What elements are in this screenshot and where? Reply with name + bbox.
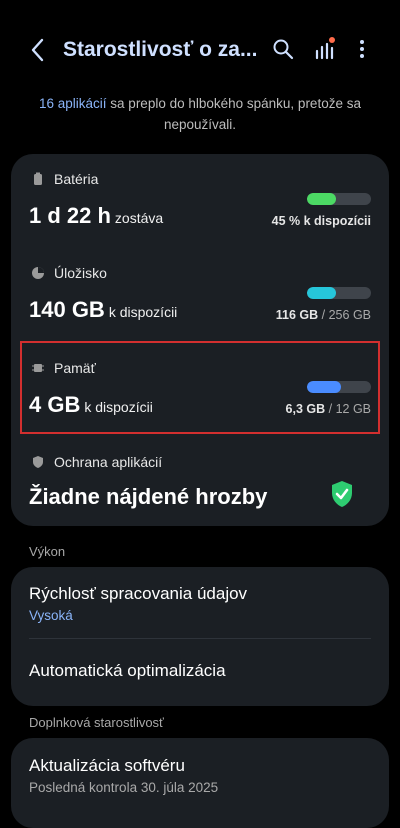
battery-label: Batéria	[54, 171, 99, 187]
apps-link[interactable]: 16 aplikácií	[39, 96, 107, 111]
battery-bar-fill	[307, 193, 336, 205]
page-title: Starostlivosť o za...	[63, 38, 258, 61]
extra-care-section-header: Doplnková starostlivosť	[29, 715, 164, 730]
app-protection-label: Ochrana aplikácií	[54, 454, 163, 470]
processing-speed-title: Rýchlosť spracovania údajov	[29, 584, 248, 603]
storage-bar	[307, 287, 371, 299]
shield-check-icon	[330, 480, 354, 508]
processing-speed-row[interactable]: Rýchlosť spracovania údajov Vysoká	[11, 567, 389, 637]
storage-icon	[32, 267, 44, 279]
deep-sleep-notice: 16 aplikácií sa preplo do hlbokého spánk…	[20, 93, 380, 135]
memory-highlight-frame	[20, 341, 380, 434]
back-button[interactable]	[26, 36, 50, 64]
processing-speed-value: Vysoká	[29, 608, 73, 623]
app-bar: Starostlivosť o za...	[0, 24, 400, 78]
auto-optimization-row[interactable]: Automatická optimalizácia	[11, 639, 389, 706]
storage-row[interactable]: Úložisko 140 GB k dispozícii 116 GB / 256…	[11, 250, 389, 344]
auto-optimization-title: Automatická optimalizácia	[29, 661, 226, 680]
stats-button[interactable]	[314, 36, 336, 60]
shield-outline-icon	[33, 456, 43, 468]
app-protection-status: Žiadne nájdené hrozby	[29, 484, 268, 509]
notice-text: sa preplo do hlbokého spánku, pretože sa…	[106, 96, 361, 132]
extra-care-card: Aktualizácia softvéru Posledná kontrola …	[11, 738, 389, 828]
storage-usage: 116 GB / 256 GB	[275, 308, 371, 322]
more-options-button[interactable]	[352, 38, 372, 60]
performance-card: Rýchlosť spracovania údajov Vysoká Autom…	[11, 567, 389, 706]
performance-section-header: Výkon	[29, 544, 66, 559]
more-vertical-icon	[360, 40, 364, 58]
search-button[interactable]	[272, 38, 294, 60]
search-icon	[273, 39, 294, 60]
software-update-row[interactable]: Aktualizácia softvéru Posledná kontrola …	[11, 738, 389, 814]
battery-value: 1 d 22 h zostáva	[29, 203, 164, 228]
storage-value: 140 GB k dispozícii	[29, 297, 178, 322]
software-update-title: Aktualizácia softvéru	[29, 756, 185, 775]
battery-bar	[307, 193, 371, 205]
chevron-left-icon	[31, 38, 44, 62]
software-update-last-check: Posledná kontrola 30. júla 2025	[29, 780, 219, 795]
storage-bar-fill	[307, 287, 336, 299]
bar-chart-icon	[315, 37, 335, 60]
device-status-card: Batéria 1 d 22 h zostáva 45 % k dispozíci…	[11, 154, 389, 526]
battery-row[interactable]: Batéria 1 d 22 h zostáva 45 % k dispozíci…	[11, 154, 389, 250]
storage-label: Úložisko	[54, 265, 107, 281]
battery-percent: 45 % k dispozícii	[271, 214, 371, 228]
battery-icon	[34, 172, 42, 185]
